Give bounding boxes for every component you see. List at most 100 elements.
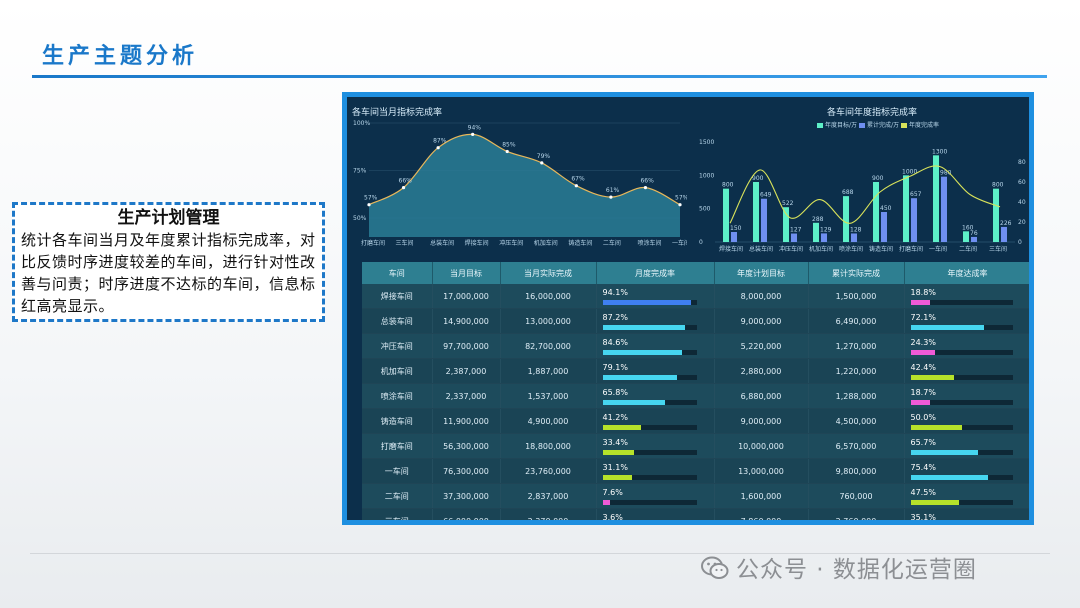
x-tick-label: 三车间 (989, 245, 1007, 253)
x-tick-label: 焊接车间 (719, 245, 743, 253)
title-divider (32, 75, 1047, 78)
table-cell-year-rate: 42.4% (904, 358, 1029, 384)
actual-bar-label: 226 (1000, 220, 1012, 227)
table-cell-month-target: 17,000,000 (432, 284, 501, 309)
table-cell-year-actual: 1,220,000 (808, 358, 905, 384)
x-tick-label: 机加车间 (809, 245, 833, 253)
table-cell-month-rate: 84.6% (596, 333, 715, 359)
progress-bar-fill (602, 375, 678, 380)
rate-text: 47.5% (910, 488, 936, 497)
legend-swatch (901, 123, 907, 128)
target-bar-label: 800 (992, 182, 1004, 189)
target-bar (933, 155, 939, 242)
rate-text: 94.1% (602, 288, 628, 297)
progress-bar-track (910, 450, 1014, 455)
actual-bar-label: 76 (970, 230, 978, 237)
progress-bar-fill (910, 425, 962, 430)
table-cell-year-rate: 65.7% (904, 433, 1029, 459)
progress-bar-fill (602, 500, 610, 505)
table-cell-month-rate: 3.6% (596, 508, 715, 520)
progress-bar-fill (602, 400, 665, 405)
table-cell-year-target: 6,880,000 (714, 383, 809, 409)
table-cell-month-actual: 4,900,000 (500, 408, 597, 434)
table-cell-year-rate: 50.0% (904, 408, 1029, 434)
target-bar (723, 188, 729, 242)
table-cell-month-rate: 41.2% (596, 408, 715, 434)
progress-bar-track (910, 500, 1014, 505)
progress-bar-track (602, 300, 697, 305)
x-tick-label: 喷涂车间 (839, 245, 863, 253)
table-cell-month-actual: 13,000,000 (500, 308, 597, 334)
x-tick-label: 二车间 (959, 245, 977, 253)
rate-text: 72.1% (910, 313, 936, 322)
actual-bar (821, 233, 827, 242)
actual-bar (731, 232, 737, 242)
progress-bar-fill (910, 450, 978, 455)
progress-bar-track (602, 400, 697, 405)
table-cell-name: 一车间 (362, 458, 433, 484)
actual-bar (881, 212, 887, 242)
wechat-icon (700, 555, 730, 587)
progress-bar-fill (910, 375, 954, 380)
workshop-table: 车间 当月目标 当月实际完成 月度完成率 年度计划目标 累计实际完成 年度达成率 焊接车间 1… (362, 262, 1029, 520)
table-cell-month-actual: 16,000,000 (500, 284, 597, 309)
target-bar-label: 900 (872, 175, 884, 182)
table-cell-year-actual: 2,760,000 (808, 508, 905, 520)
table-cell-year-actual: 760,000 (808, 483, 905, 509)
table-cell-name: 焊接车间 (362, 284, 433, 309)
target-bar-label: 522 (782, 200, 794, 207)
rate-text: 41.2% (602, 413, 628, 422)
x-tick-label: 铸造车间 (869, 245, 893, 253)
target-bar-label: 800 (722, 182, 734, 189)
table-row: 打磨车间 56,300,000 18,800,000 33.4% 10,000,000 6… (362, 433, 1029, 459)
table-cell-month-rate: 87.2% (596, 308, 715, 334)
table-cell-year-rate: 18.8% (904, 284, 1029, 309)
table-cell-month-target: 56,300,000 (432, 433, 501, 459)
table-cell-year-target: 5,220,000 (714, 333, 809, 359)
rate-text: 33.4% (602, 438, 628, 447)
y-tick-label: 500 (699, 206, 711, 213)
table-header-row: 车间 当月目标 当月实际完成 月度完成率 年度计划目标 累计实际完成 年度达成率 (362, 262, 1029, 284)
table-cell-month-actual: 2,837,000 (500, 483, 597, 509)
y2-tick-label: 0 (1018, 239, 1022, 246)
actual-bar-label: 127 (790, 227, 802, 234)
actual-bar (1001, 226, 1007, 242)
table-cell-year-rate: 47.5% (904, 483, 1029, 509)
progress-bar-track (602, 475, 697, 480)
slide-title: 生产主题分析 (42, 44, 199, 69)
table-cell-month-rate: 65.8% (596, 383, 715, 409)
table-cell-year-target: 13,000,000 (714, 458, 809, 484)
legend-swatch (859, 123, 865, 128)
progress-bar-track (910, 375, 1014, 380)
table-cell-month-rate: 7.6% (596, 483, 715, 509)
progress-bar-track (602, 500, 697, 505)
table-header-cell: 月度完成率 (596, 262, 715, 284)
description-title: 生产计划管理 (117, 208, 220, 228)
table-row: 机加车间 2,387,000 1,887,000 79.1% 2,880,000 1,22… (362, 358, 1029, 384)
dashboard-panel: 各车间当月指标完成率 各车间年度指标完成率 100% 75% 50% 57% 打磨车间 6… (347, 97, 1029, 520)
table-cell-month-actual: 2,370,000 (500, 508, 597, 520)
table-cell-year-target: 9,000,000 (714, 308, 809, 334)
actual-bar-label: 657 (910, 191, 922, 198)
table-cell-month-target: 97,700,000 (432, 333, 501, 359)
table-cell-year-target: 7,860,000 (714, 508, 809, 520)
actual-bar (911, 198, 917, 242)
legend-swatch (817, 123, 823, 128)
target-bar (783, 207, 789, 242)
table-cell-name: 铸造车间 (362, 408, 433, 434)
table-cell-month-rate: 94.1% (596, 284, 715, 309)
legend-label: 年度目标/万 (825, 121, 857, 129)
table-header-cell: 年度达成率 (904, 262, 1029, 284)
table-cell-month-actual: 1,537,000 (500, 383, 597, 409)
progress-bar-fill (602, 425, 642, 430)
progress-bar-fill (910, 500, 960, 505)
target-bar (843, 196, 849, 242)
table-cell-month-target: 66,000,000 (432, 508, 501, 520)
progress-bar-track (910, 300, 1014, 305)
rate-text: 18.7% (910, 388, 936, 397)
table-row: 焊接车间 17,000,000 16,000,000 94.1% 8,000,000 1,… (362, 284, 1029, 309)
target-bar (993, 188, 999, 242)
rate-text: 87.2% (602, 313, 628, 322)
table-cell-month-target: 2,337,000 (432, 383, 501, 409)
actual-bar (761, 198, 767, 242)
